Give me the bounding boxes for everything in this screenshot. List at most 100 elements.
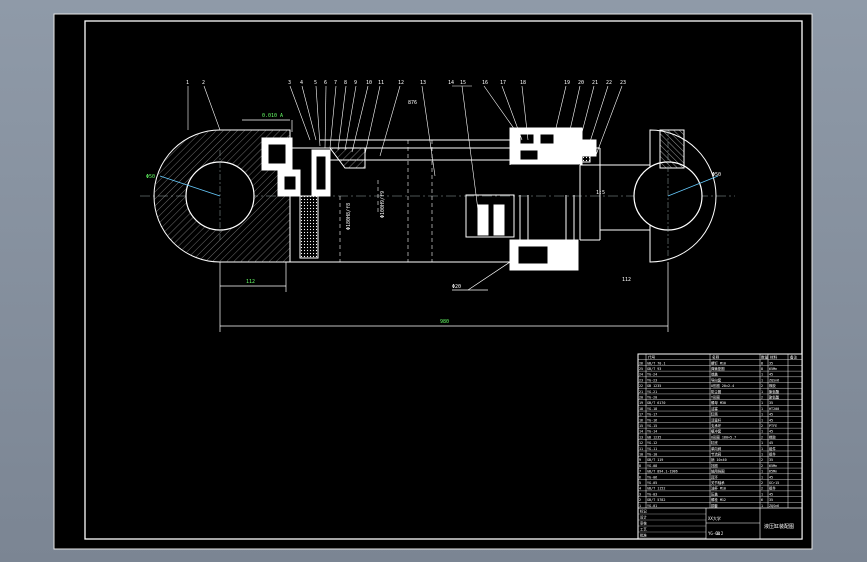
balloon-label: 20: [578, 80, 584, 86]
dim-total-text: 980: [440, 319, 449, 325]
parts-row-material: 35: [769, 498, 773, 502]
parts-row-qty: 1: [761, 390, 763, 394]
parts-row-code: GB/T 894.1-1986: [647, 470, 678, 474]
parts-row-code: YG-14: [647, 430, 657, 434]
leader-text: Φ20: [452, 284, 461, 290]
parts-row-no: 19: [639, 401, 643, 405]
parts-row-code: YG-11: [647, 447, 657, 451]
parts-row-no: 1: [639, 504, 641, 508]
parts-row-qty: 2: [761, 384, 763, 388]
parts-row-code: GB/T 119: [647, 458, 663, 462]
parts-row-name: 活塞: [711, 406, 718, 411]
parts-row-code: GB/T 1152: [647, 487, 665, 491]
parts-row-code: YG-20: [647, 395, 657, 399]
parts-row-name: 螺栓 M12: [711, 497, 726, 502]
sign-label: 批准: [640, 533, 647, 538]
lower-buffer: [509, 239, 579, 271]
parts-row-code: YG-17: [647, 413, 657, 417]
parts-row-name: 销 10×40: [711, 457, 727, 462]
parts-row-material: 65Mn: [769, 470, 777, 474]
parts-row-no: 4: [639, 487, 641, 491]
parts-row-material: ZQSn6: [769, 378, 779, 382]
parts-row-name: 支承环: [711, 423, 722, 428]
balloon-label: 9: [354, 80, 357, 86]
parts-row-name: 压盖: [711, 491, 718, 496]
parts-row-name: 铜套: [711, 503, 718, 508]
parts-row-qty: 2: [761, 481, 763, 485]
parts-row-code: YG-08: [647, 464, 657, 468]
parts-header-name: 名称: [712, 355, 720, 360]
parts-row-no: 15: [639, 424, 643, 428]
parts-row-code: YG-21: [647, 390, 657, 394]
sign-label: 工艺: [640, 527, 647, 532]
parts-row-no: 8: [639, 464, 641, 468]
balloon-label: 13: [420, 80, 426, 86]
parts-row-name: 油杯 M10: [711, 486, 726, 491]
sign-label: 设计: [640, 515, 647, 520]
parts-row-no: 20: [639, 395, 643, 399]
parts-row-no: 21: [639, 390, 643, 394]
parts-row-code: YG-12: [647, 441, 657, 445]
parts-row-qty: 6: [761, 498, 763, 502]
cad-viewport[interactable]: 1 2 3 4 5 6 7 8 9 10 11 12 13 14 15 16 1…: [0, 0, 867, 562]
rod-fit-text: Φ100H9/f9: [380, 191, 386, 218]
parts-row-no: 3: [639, 492, 641, 496]
parts-row-no: 11: [639, 447, 643, 451]
dim-stroke-text: 876: [408, 100, 417, 106]
parts-row-name: Y形圈: [711, 394, 720, 399]
parts-row-code: GB 1235: [647, 384, 661, 388]
parts-row-name: 端盖: [711, 372, 718, 377]
balloon-label: 14: [448, 80, 454, 86]
parts-row-name: 挡圈: [711, 463, 718, 468]
parts-row-material: 35: [769, 401, 773, 405]
parts-row-code: YG-16: [647, 418, 657, 422]
parts-row-qty: 1: [761, 504, 763, 508]
parts-row-name: 螺钉 M10: [711, 360, 726, 365]
parts-row-no: 25: [639, 367, 643, 371]
parts-row-name: 关节轴承: [711, 480, 725, 485]
parts-row-no: 16: [639, 418, 643, 422]
parts-row-qty: 1: [761, 447, 763, 451]
dim-offset-text: 112: [246, 279, 255, 285]
parts-row-material: 组件: [769, 452, 776, 457]
parts-row-code: YG-10: [647, 453, 657, 457]
parts-header-qty: 数量: [761, 355, 769, 360]
parts-row-name: 单向阀: [711, 446, 722, 451]
parts-row-no: 7: [639, 470, 641, 474]
parts-row-no: 14: [639, 430, 643, 434]
parts-row-name: 缸底: [711, 440, 718, 445]
parts-row-qty: 1: [761, 441, 763, 445]
parts-row-code: GB 1235: [647, 435, 661, 439]
parts-row-code: YG-01: [647, 504, 657, 508]
parts-row-qty: 1: [761, 373, 763, 377]
parts-row-material: 45: [769, 475, 773, 479]
parts-row-qty: 2: [761, 487, 763, 491]
parts-row-no: 24: [639, 373, 643, 377]
title-block: 代号 名称 数量 材料 备注26 GB/T 70.1 螺钉 M10 8 3525 GB/T 93 弹…: [637, 353, 803, 540]
parts-row-name: 螺母 M30: [711, 400, 726, 405]
parts-row-name: O形圈 20×2.4: [711, 383, 734, 388]
parts-row-no: 2: [639, 498, 641, 502]
balloon-label: 17: [500, 80, 506, 86]
parts-row-no: 23: [639, 378, 643, 382]
parts-row-qty: 1: [761, 475, 763, 479]
drawing-scale: 1:2: [716, 531, 724, 536]
parts-row-material: ZQSn6: [769, 504, 779, 508]
parts-row-code: GB/T 5782: [647, 498, 665, 502]
parts-row-name: 弹簧垫圈: [711, 366, 725, 371]
parts-row-material: 45: [769, 413, 773, 417]
parts-row-material: 45: [769, 430, 773, 434]
parts-row-code: YG-03: [647, 492, 657, 496]
parts-row-code: GB/T 6170: [647, 401, 665, 405]
parts-row-no: 9: [639, 458, 641, 462]
ratio-text: 1:5: [596, 190, 605, 196]
dim-side-text: 112: [622, 277, 631, 283]
balloon-label: 23: [620, 80, 626, 86]
parts-row-code: YG-06: [647, 475, 657, 479]
parts-row-material: 45: [769, 441, 773, 445]
parts-row-code: GB/T 70.1: [647, 361, 665, 365]
parts-row-material: 45: [769, 418, 773, 422]
parts-row-material: 组件: [769, 486, 776, 491]
parts-row-material: PTFE: [769, 424, 777, 428]
parts-row-name: 节流阀: [711, 452, 722, 457]
